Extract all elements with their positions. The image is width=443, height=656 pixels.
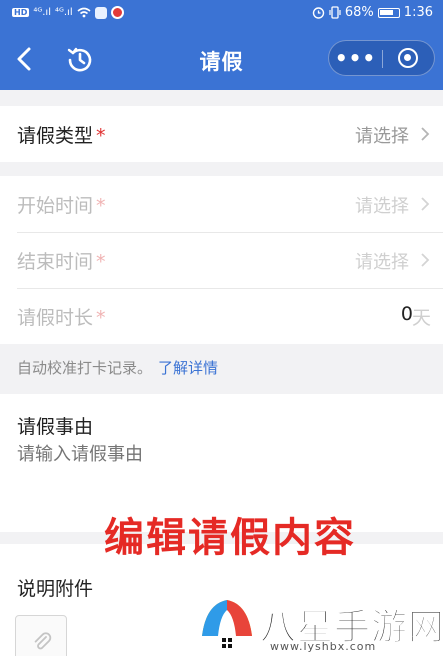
signal-icon-1: ⁴ᴳ.ıl (33, 7, 51, 18)
leave-type-value: 请选择 (355, 126, 409, 147)
learn-more-link[interactable]: 了解详情 (158, 359, 218, 377)
start-time-value: 请选择 (355, 196, 409, 217)
required-mark: * (96, 307, 106, 329)
reason-input[interactable] (17, 444, 417, 465)
required-mark: * (96, 195, 106, 217)
alarm-icon (312, 7, 325, 19)
leave-type-row[interactable]: 请假类型 * 请选择 (0, 106, 443, 162)
auto-calibrate-hint: 自动校准打卡记录。 了解详情 (17, 357, 218, 378)
hint-text: 自动校准打卡记录。 (17, 359, 153, 377)
app-notification-icon-2 (110, 6, 124, 19)
required-mark: * (96, 125, 106, 147)
close-ring-icon (397, 48, 418, 68)
end-time-label: 结束时间 * (17, 251, 106, 273)
status-left: HD ⁴ᴳ.ıl ⁴ᴳ.ıl (12, 6, 124, 19)
duration-label: 请假时长 * (17, 307, 106, 329)
battery-percent: 68% (344, 5, 374, 20)
signal-icon-2: ⁴ᴳ.ıl (54, 7, 73, 18)
attachment-label: 说明附件 (17, 578, 94, 600)
start-time-label: 开始时间 * (17, 195, 106, 217)
overlay-caption: 编辑请假内容 (104, 515, 356, 561)
start-time-row[interactable]: 开始时间 * 请选择 (0, 176, 443, 232)
end-time-row[interactable]: 结束时间 * 请选择 (0, 232, 443, 288)
leave-type-label: 请假类型 * (17, 125, 106, 147)
wifi-icon (77, 7, 91, 18)
chevron-right-icon (421, 127, 430, 141)
end-time-value: 请选择 (355, 252, 409, 273)
close-miniprogram-button[interactable] (381, 41, 434, 75)
add-attachment-button[interactable] (15, 615, 67, 656)
watermark-logo-icon (202, 600, 252, 648)
app-notification-icon (94, 6, 107, 19)
status-bar: HD ⁴ᴳ.ıl ⁴ᴳ.ıl 68% 1:36 (0, 0, 443, 28)
watermark: 八星手游网 www.lyshbx.com (198, 596, 443, 656)
status-right: 68% 1:36 (312, 5, 433, 20)
required-mark: * (96, 251, 106, 273)
miniprogram-capsule: ••• (328, 40, 435, 76)
leave-type-section: 请假类型 * 请选择 (0, 106, 443, 162)
more-menu-button[interactable]: ••• (329, 41, 382, 75)
reason-label: 请假事由 (17, 416, 94, 438)
hd-badge: HD (12, 8, 30, 17)
vibrate-icon (329, 6, 341, 19)
watermark-url: www.lyshbx.com (270, 640, 377, 653)
duration-unit: 天 (411, 307, 431, 329)
nav-bar: 请假 ••• (0, 28, 443, 90)
chevron-right-icon (421, 197, 430, 211)
paperclip-icon (34, 632, 52, 650)
clock: 1:36 (403, 5, 433, 20)
chevron-right-icon (421, 253, 430, 267)
time-section: 开始时间 * 请选择 结束时间 * 请选择 请假时长 * 0 天 (0, 176, 443, 344)
duration-row: 请假时长 * 0 天 (0, 288, 443, 344)
battery-icon (377, 7, 400, 18)
